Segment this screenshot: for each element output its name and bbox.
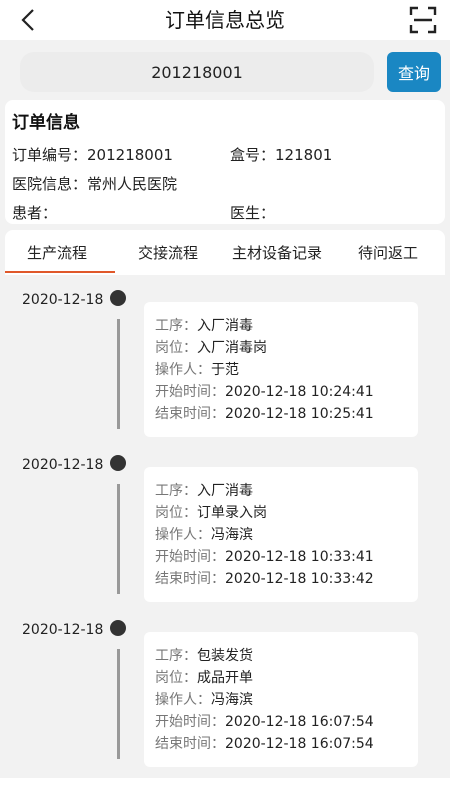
- operator-value: 冯海滨: [211, 692, 253, 708]
- navbar: 订单信息总览: [0, 0, 450, 40]
- post-label: 岗位：: [155, 340, 197, 356]
- end-time-row: 结束时间：2020-12-18 10:33:42: [155, 568, 374, 588]
- order-info-card: 订单信息 订单编号：201218001 盒号：121801 医院信息：常州人民医…: [5, 100, 445, 224]
- operator-label: 操作人：: [155, 362, 211, 378]
- start-time-label: 开始时间：: [155, 549, 225, 565]
- process-label: 工序：: [155, 318, 197, 334]
- process-row: 工序：入厂消毒: [155, 480, 253, 500]
- end-time-value: 2020-12-18 16:07:54: [225, 736, 374, 752]
- timeline-date: 2020-12-18: [22, 622, 104, 638]
- timeline-dot: [110, 455, 126, 471]
- end-time-value: 2020-12-18 10:33:42: [225, 571, 374, 587]
- scan-button[interactable]: [408, 5, 438, 35]
- production-timeline: 2020-12-18 工序：入厂消毒 岗位：入厂消毒岗 操作人：于范 开始时间：…: [0, 277, 450, 777]
- query-button[interactable]: 查询: [387, 52, 441, 92]
- order-search-input[interactable]: [20, 52, 374, 92]
- timeline-dot: [110, 620, 126, 636]
- timeline-dot: [110, 290, 126, 306]
- bottom-bar: [0, 778, 450, 800]
- timeline-line: [117, 319, 120, 429]
- operator-row: 操作人：于范: [155, 359, 239, 379]
- hospital-value: 常州人民医院: [87, 175, 178, 193]
- timeline-line: [117, 649, 120, 759]
- end-time-label: 结束时间：: [155, 571, 225, 587]
- post-value: 入厂消毒岗: [197, 340, 267, 356]
- start-time-value: 2020-12-18 16:07:54: [225, 714, 374, 730]
- process-label: 工序：: [155, 648, 197, 664]
- timeline-card: 工序：入厂消毒 岗位：订单录入岗 操作人：冯海滨 开始时间：2020-12-18…: [144, 467, 418, 602]
- end-time-label: 结束时间：: [155, 736, 225, 752]
- patient-field: 患者：: [12, 202, 57, 223]
- process-value: 入厂消毒: [197, 318, 253, 334]
- process-value: 入厂消毒: [197, 483, 253, 499]
- scan-icon: [409, 6, 437, 34]
- start-time-row: 开始时间：2020-12-18 10:24:41: [155, 381, 374, 401]
- post-row: 岗位：订单录入岗: [155, 502, 267, 522]
- doctor-label: 医生：: [230, 204, 276, 222]
- process-row: 工序：包装发货: [155, 645, 253, 665]
- operator-value: 于范: [211, 362, 239, 378]
- end-time-row: 结束时间：2020-12-18 16:07:54: [155, 733, 374, 753]
- timeline-date: 2020-12-18: [22, 457, 104, 473]
- start-time-label: 开始时间：: [155, 384, 225, 400]
- page-title: 订单信息总览: [165, 8, 285, 32]
- end-time-row: 结束时间：2020-12-18 10:25:41: [155, 403, 374, 423]
- post-label: 岗位：: [155, 505, 197, 521]
- operator-value: 冯海滨: [211, 527, 253, 543]
- hospital-field: 医院信息：常州人民医院: [12, 173, 177, 194]
- post-label: 岗位：: [155, 670, 197, 686]
- operator-label: 操作人：: [155, 692, 211, 708]
- process-value: 包装发货: [197, 648, 253, 664]
- start-time-row: 开始时间：2020-12-18 16:07:54: [155, 711, 374, 731]
- post-row: 岗位：入厂消毒岗: [155, 337, 267, 357]
- process-row: 工序：入厂消毒: [155, 315, 253, 335]
- post-value: 成品开单: [197, 670, 253, 686]
- start-time-row: 开始时间：2020-12-18 10:33:41: [155, 546, 374, 566]
- active-tab-indicator: [5, 271, 115, 273]
- start-time-label: 开始时间：: [155, 714, 225, 730]
- start-time-value: 2020-12-18 10:24:41: [225, 384, 374, 400]
- post-row: 岗位：成品开单: [155, 667, 253, 687]
- timeline-card: 工序：包装发货 岗位：成品开单 操作人：冯海滨 开始时间：2020-12-18 …: [144, 632, 418, 767]
- end-time-value: 2020-12-18 10:25:41: [225, 406, 374, 422]
- box-number-value: 121801: [275, 146, 333, 164]
- timeline-card: 工序：入厂消毒 岗位：入厂消毒岗 操作人：于范 开始时间：2020-12-18 …: [144, 302, 418, 437]
- box-number-label: 盒号：: [230, 146, 276, 164]
- operator-label: 操作人：: [155, 527, 211, 543]
- process-label: 工序：: [155, 483, 197, 499]
- tab-bar: 生产流程 交接流程 主材设备记录 待问返工: [5, 230, 445, 275]
- patient-label: 患者：: [12, 204, 58, 222]
- tab-rework[interactable]: 待问返工: [358, 242, 418, 263]
- operator-row: 操作人：冯海滨: [155, 524, 253, 544]
- order-number-field: 订单编号：201218001: [12, 144, 173, 165]
- tab-handover[interactable]: 交接流程: [138, 242, 198, 263]
- post-value: 订单录入岗: [197, 505, 267, 521]
- operator-row: 操作人：冯海滨: [155, 689, 253, 709]
- start-time-value: 2020-12-18 10:33:41: [225, 549, 374, 565]
- tab-material-equipment[interactable]: 主材设备记录: [232, 242, 322, 263]
- order-number-value: 201218001: [87, 146, 173, 164]
- box-number-field: 盒号：121801: [230, 144, 332, 165]
- timeline-date: 2020-12-18: [22, 292, 104, 308]
- order-info-title: 订单信息: [12, 113, 80, 133]
- end-time-label: 结束时间：: [155, 406, 225, 422]
- tab-production[interactable]: 生产流程: [27, 242, 87, 263]
- timeline-line: [117, 484, 120, 594]
- hospital-label: 医院信息：: [12, 175, 88, 193]
- search-area: 查询: [0, 40, 450, 95]
- order-number-label: 订单编号：: [12, 146, 88, 164]
- doctor-field: 医生：: [230, 202, 275, 223]
